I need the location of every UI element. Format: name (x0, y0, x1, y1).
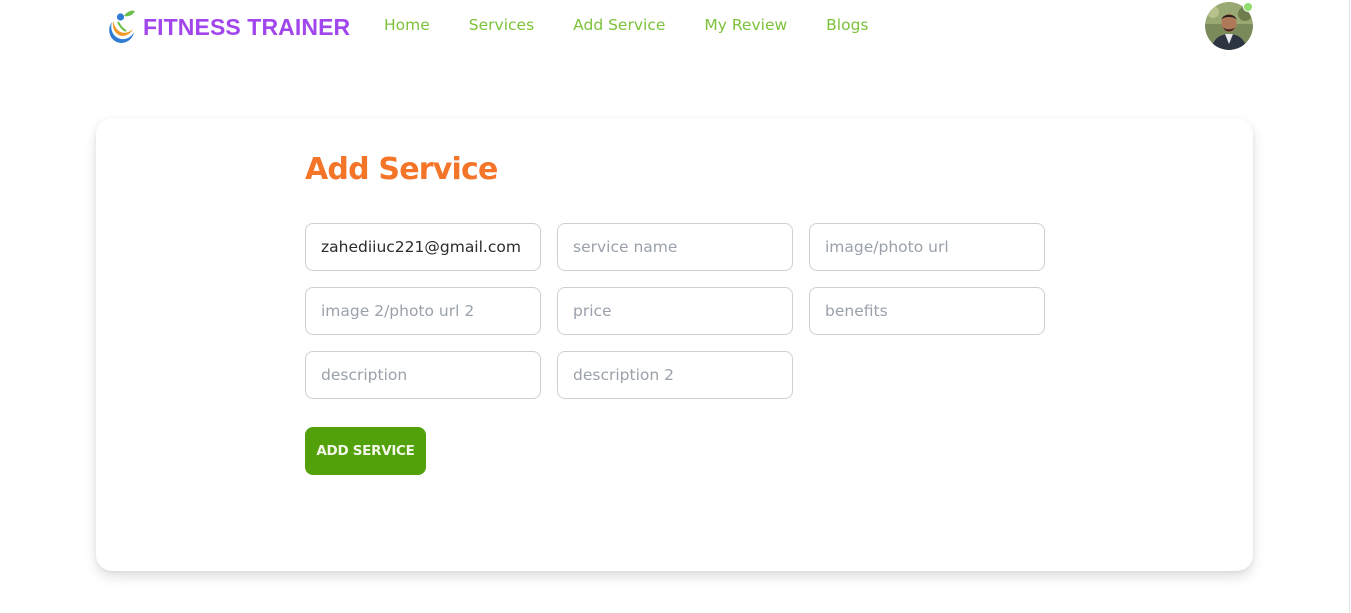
online-status-dot (1243, 2, 1253, 12)
nav-add-service-link[interactable]: Add Service (573, 16, 665, 34)
add-service-card (96, 118, 1253, 571)
brand-link[interactable]: FITNESS TRAINER (104, 8, 350, 46)
main-nav: Home Services Add Service My Review Blog… (384, 16, 908, 34)
user-avatar-button[interactable] (1205, 2, 1253, 50)
image-url-input[interactable] (809, 223, 1045, 271)
email-field[interactable] (305, 223, 541, 271)
add-service-button[interactable]: ADD SERVICE (305, 427, 426, 475)
nav-blogs-link[interactable]: Blogs (826, 16, 868, 34)
service-name-input[interactable] (557, 223, 793, 271)
description-input[interactable] (305, 351, 541, 399)
scrollbar-edge (1349, 0, 1350, 613)
navbar: FITNESS TRAINER Home Services Add Servic… (0, 0, 1351, 54)
nav-my-review-link[interactable]: My Review (704, 16, 787, 34)
price-input[interactable] (557, 287, 793, 335)
fitness-logo-icon (109, 10, 135, 43)
brand-name: FITNESS TRAINER (143, 13, 351, 40)
description-2-input[interactable] (557, 351, 793, 399)
image-url-2-input[interactable] (305, 287, 541, 335)
nav-services-link[interactable]: Services (469, 16, 534, 34)
benefits-input[interactable] (809, 287, 1045, 335)
page-title: Add Service (305, 152, 498, 187)
nav-home-link[interactable]: Home (384, 16, 430, 34)
